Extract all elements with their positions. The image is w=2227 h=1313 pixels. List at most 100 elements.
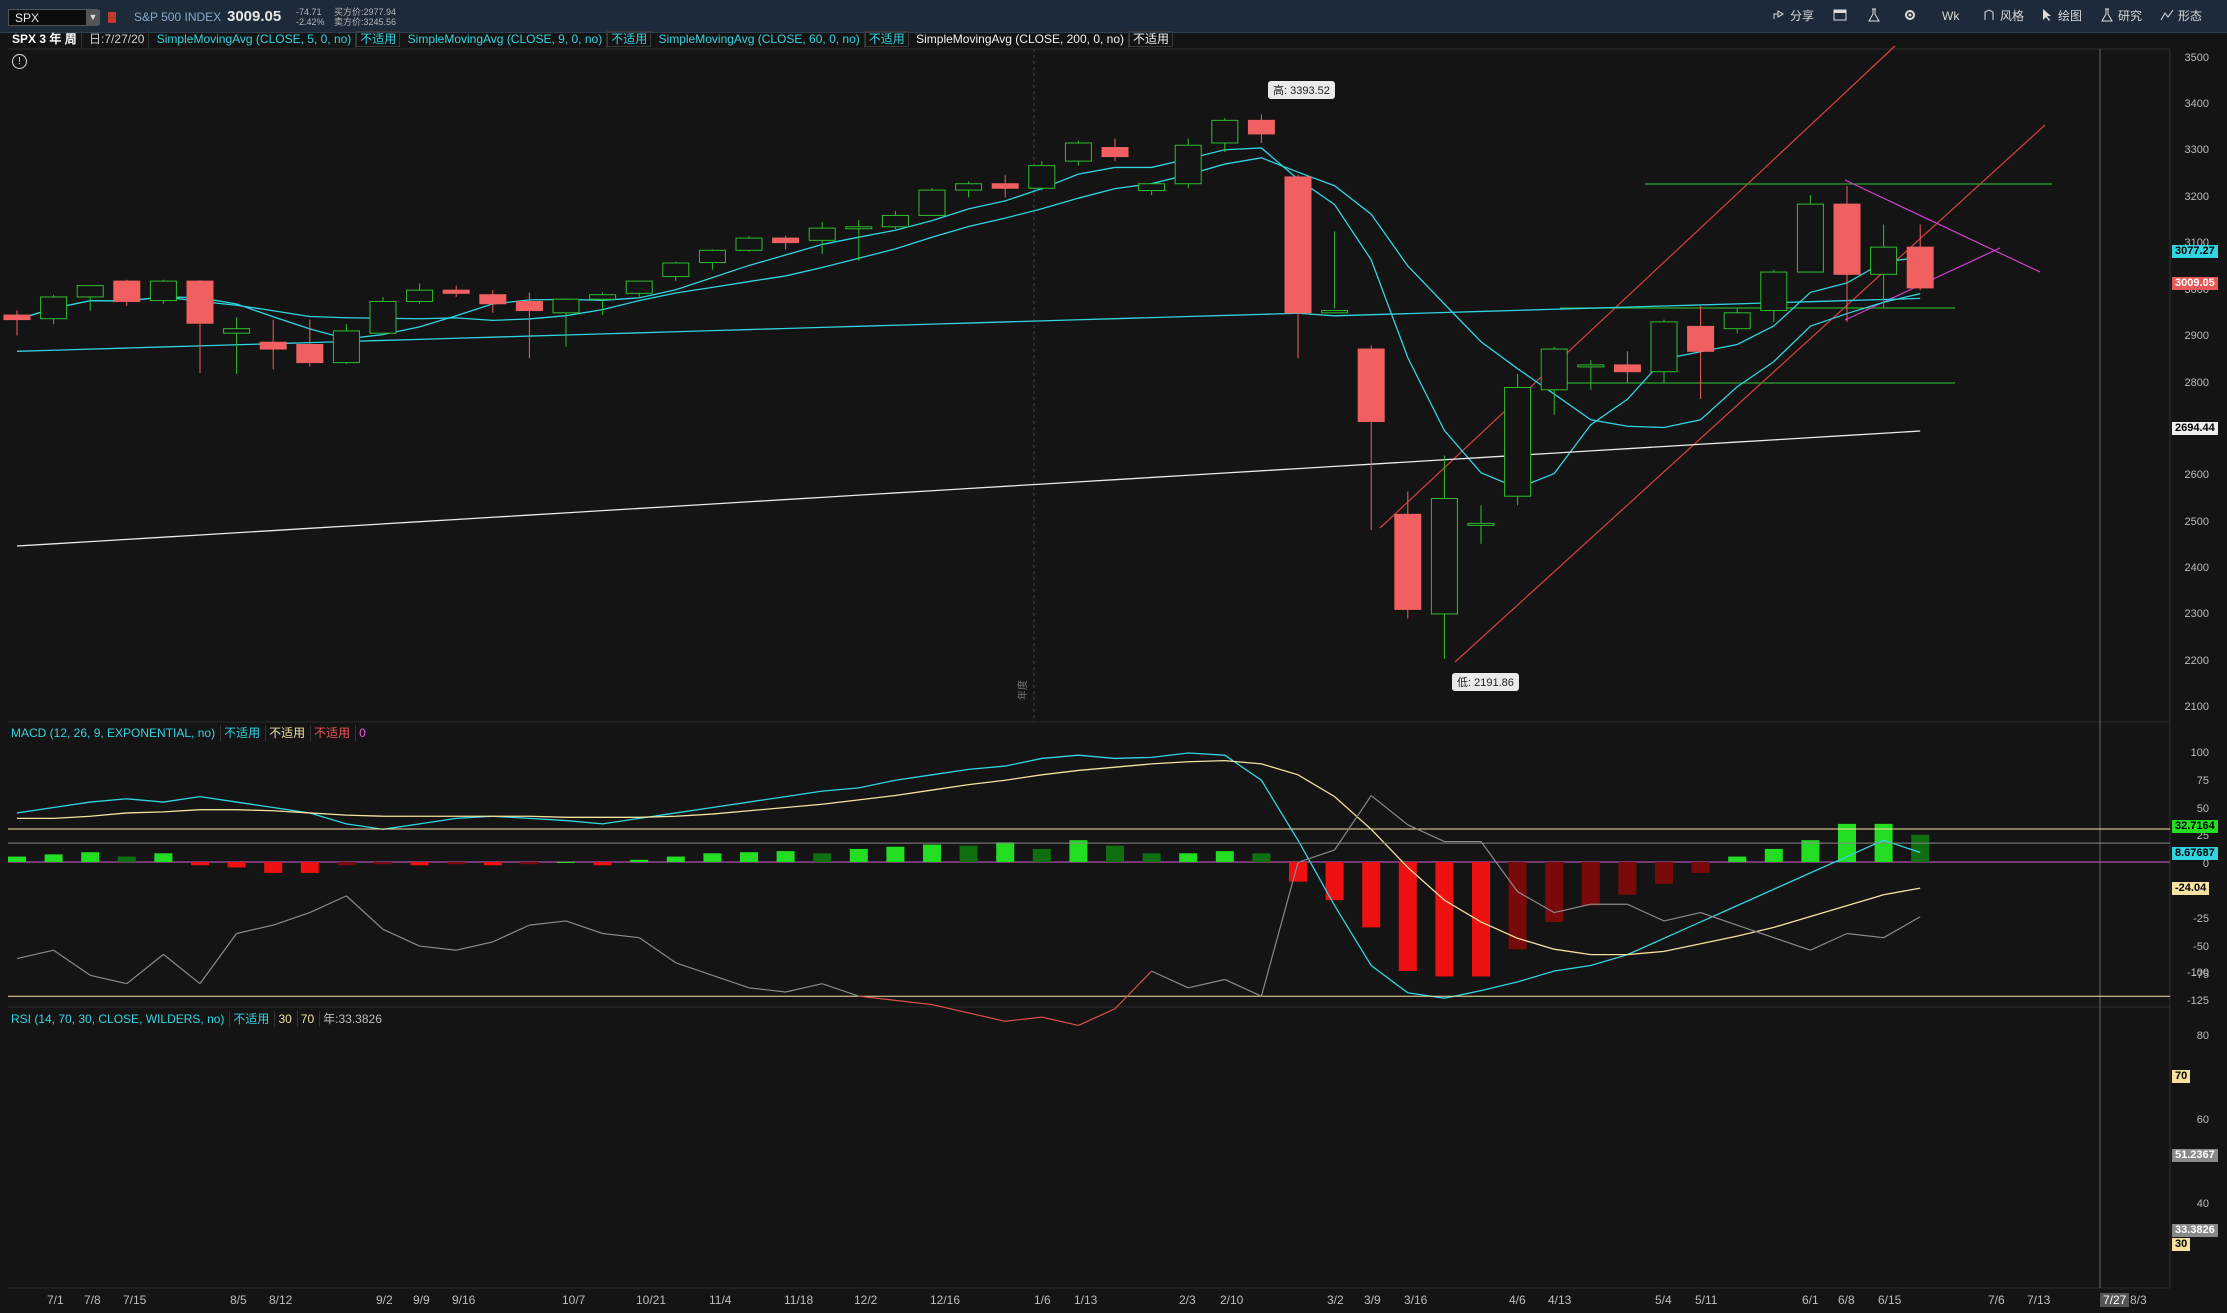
macd-study-name[interactable]: MACD (12, 26, 9, EXPONENTIAL, no)	[8, 725, 218, 741]
price-tick: 3400	[2184, 98, 2209, 110]
candle-body	[1870, 246, 1898, 275]
rsi-segment	[565, 920, 603, 935]
time-axis-label: 10/21	[636, 1293, 667, 1307]
macd-diff-tag: 32.7164	[2172, 820, 2218, 833]
macd-histogram-bar	[557, 862, 575, 863]
candle-body	[625, 280, 653, 294]
rsi-segment	[748, 987, 786, 993]
current-date-tag: 7/27	[2100, 1293, 2130, 1307]
macd-avg-tag: -24.04	[2172, 882, 2210, 895]
rsi-tick: 80	[2196, 1030, 2209, 1042]
macd-value-tag: 8.67687	[2172, 847, 2218, 860]
candle-body	[662, 262, 690, 278]
price-tick: 2800	[2184, 377, 2209, 389]
rsi-segment	[1334, 795, 1372, 851]
macd-histogram-bar	[447, 862, 466, 865]
price-tick: 2200	[2184, 655, 2209, 667]
candle-body	[76, 285, 104, 298]
time-axis-label: 5/4	[1655, 1293, 1672, 1307]
rsi-segment	[529, 920, 567, 926]
year-marker-label: 年度	[1016, 680, 1029, 700]
sma60-line	[16, 297, 1921, 352]
rsi-segment	[90, 974, 127, 985]
candle-body	[1321, 310, 1349, 314]
time-axis-label: 4/13	[1548, 1293, 1572, 1307]
rsi-segment	[1151, 970, 1189, 989]
macd-histogram-bar	[1618, 862, 1637, 895]
time-axis-label: 1/13	[1074, 1293, 1098, 1307]
macd-status-1: 不适用	[220, 725, 263, 741]
rsi-segment	[236, 924, 274, 935]
macd-tick: 100	[2190, 747, 2209, 759]
macd-histogram-bar	[1252, 853, 1271, 862]
rsi-segment	[785, 983, 823, 993]
macd-histogram-bar	[996, 842, 1015, 862]
time-axis-label: 5/11	[1695, 1293, 1718, 1307]
high-callout: 高: 3393.52	[1268, 81, 1335, 99]
rsi-segment	[16, 949, 54, 960]
sma200-line	[16, 430, 1921, 547]
sma5-tag: 3077.27	[2172, 245, 2218, 258]
time-axis-label: 12/2	[854, 1293, 878, 1307]
price-tick: 3200	[2184, 191, 2209, 203]
rsi-segment	[858, 995, 896, 1001]
rsi-segment	[273, 912, 310, 926]
rsi-segment	[1663, 912, 1701, 922]
rsi-status: 不适用	[229, 1011, 272, 1027]
macd-histogram-bar	[191, 862, 209, 866]
candle-body	[1357, 348, 1385, 422]
macd-histogram-bar	[776, 851, 795, 862]
time-axis-label: 7/15	[123, 1293, 147, 1307]
time-axis-label: 7/6	[1988, 1293, 2005, 1307]
candle-body	[552, 298, 580, 314]
macd-histogram-bar	[1032, 848, 1051, 862]
macd-status-2: 不适用	[265, 725, 308, 741]
time-axis-label: 1/6	[1034, 1293, 1051, 1307]
candle-body	[442, 289, 470, 294]
candle-body	[589, 294, 617, 300]
rsi-segment	[163, 953, 201, 985]
rsi-segment	[602, 932, 640, 939]
candle-body	[40, 296, 68, 320]
rsi-segment	[456, 941, 493, 951]
macd-histogram-bar	[227, 862, 246, 868]
macd-histogram-bar	[374, 862, 392, 865]
time-axis-label: 11/18	[784, 1293, 814, 1307]
time-axis-label: 3/9	[1364, 1293, 1381, 1307]
candle-body	[955, 183, 983, 191]
rsi-segment	[1883, 916, 1921, 939]
candle-body	[1577, 364, 1605, 368]
candle-body	[515, 300, 543, 312]
time-axis-label: 11/4	[709, 1293, 732, 1307]
rsi-segment	[1297, 849, 1335, 864]
candle-body	[113, 280, 141, 302]
low-callout: 低: 2191.86	[1452, 673, 1519, 691]
time-axis-label: 6/8	[1838, 1293, 1855, 1307]
candle-body	[1138, 183, 1166, 192]
macd-histogram-bar	[1764, 848, 1783, 862]
macd-histogram-bar	[1581, 862, 1600, 906]
macd-tick: -100	[2186, 967, 2209, 979]
rsi-segment	[309, 895, 347, 914]
candle-body	[1723, 312, 1751, 330]
macd-tick: 75	[2196, 775, 2209, 787]
rsi-segment	[1041, 1016, 1079, 1027]
chart-canvas[interactable]: 年度	[0, 0, 2227, 1313]
rsi-study-name[interactable]: RSI (14, 70, 30, CLOSE, WILDERS, no)	[8, 1011, 227, 1027]
rsi-segment	[419, 945, 457, 951]
time-axis-label: 9/16	[452, 1293, 476, 1307]
candle-body	[735, 237, 763, 251]
time-axis-label: 12/16	[930, 1293, 961, 1307]
rsi-value-text: 年:33.3826	[319, 1011, 385, 1027]
time-axis-label: 2/3	[1179, 1293, 1196, 1307]
rsi-ob: 30	[274, 1011, 294, 1027]
macd-header: MACD (12, 26, 9, EXPONENTIAL, no) 不适用 不适用不…	[8, 725, 371, 741]
macd-status-3: 不适用	[310, 725, 353, 741]
macd-histogram-bar	[264, 862, 283, 873]
rsi-segment	[1737, 924, 1774, 939]
rsi-segment	[895, 999, 933, 1006]
macd-histogram-bar	[1728, 856, 1747, 862]
time-axis-label: 9/2	[376, 1293, 393, 1307]
candle-body	[1504, 387, 1532, 497]
price-tick: 3300	[2184, 144, 2209, 156]
